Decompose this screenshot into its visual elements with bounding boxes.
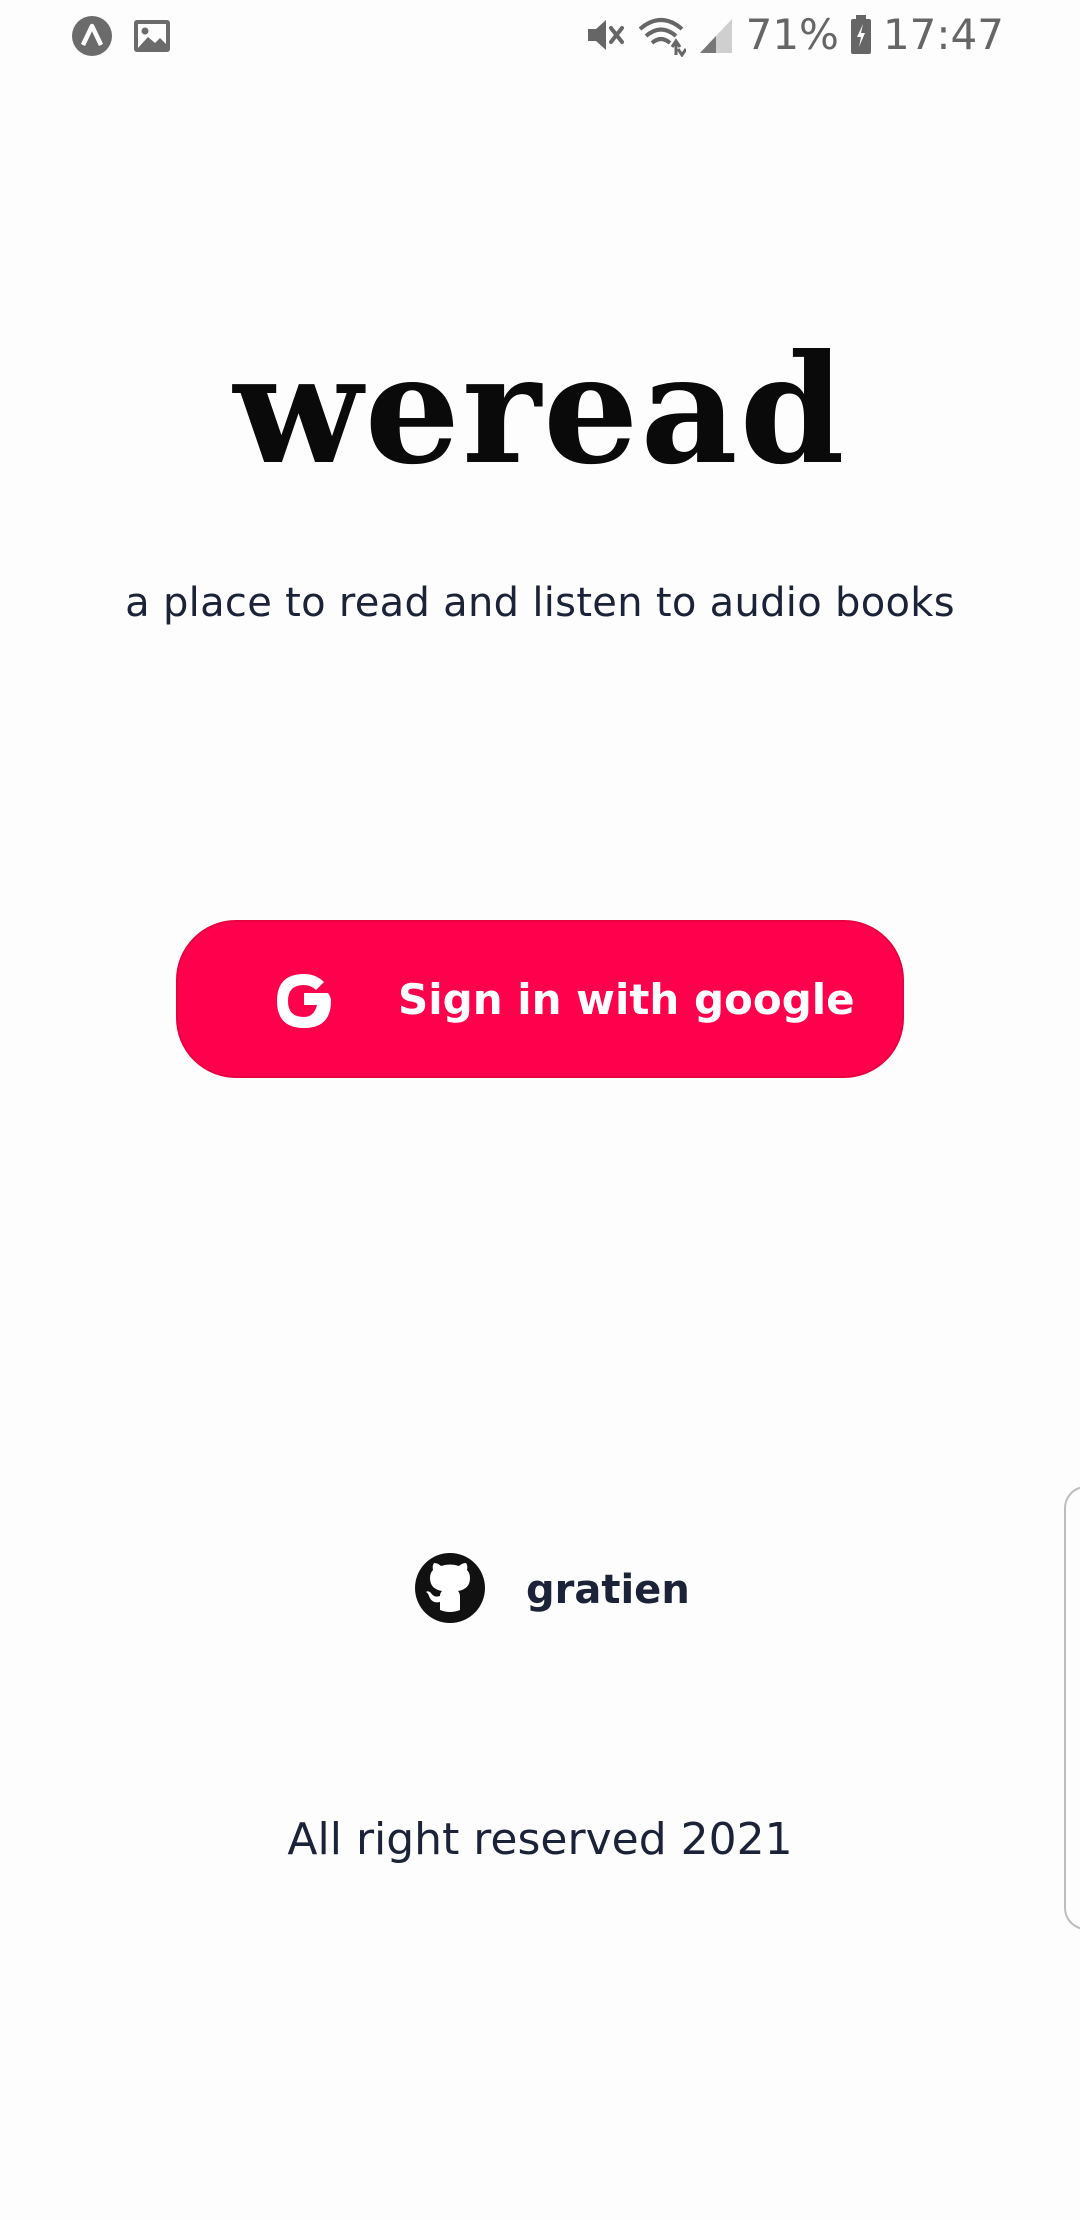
status-left-icons [70,14,172,58]
battery-percent: 71% [745,10,839,59]
edge-panel-handle[interactable] [1064,1486,1080,1930]
mute-icon [582,13,626,57]
github-icon [414,1552,486,1628]
google-icon [270,967,338,1035]
image-notification-icon [132,18,172,54]
app-tagline: a place to read and listen to audio book… [125,580,955,626]
login-screen: 71% 17:47 weread a place to read and lis… [0,0,1080,2220]
copyright-text: All right reserved 2021 [287,1814,793,1865]
app-notification-icon [70,14,114,58]
clock: 17:47 [882,10,1004,59]
sign-in-with-google-button[interactable]: Sign in with google [176,920,904,1078]
app-logo: weread [233,322,847,498]
github-username: gratien [526,1567,690,1613]
status-right-icons: 71% 17:47 [582,10,1004,59]
status-bar: 71% 17:47 [0,0,1080,72]
wifi-icon [636,13,686,57]
signal-icon [696,13,736,57]
sign-in-button-label: Sign in with google [398,974,855,1024]
github-profile-link[interactable]: gratien [414,1552,690,1628]
battery-icon [849,14,873,56]
